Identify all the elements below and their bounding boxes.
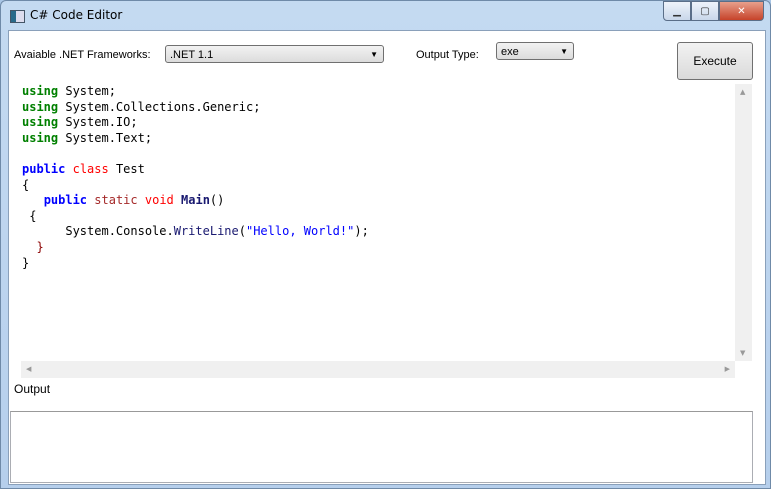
code-token: System.IO; <box>58 115 138 130</box>
code-token: } <box>22 239 44 254</box>
code-line: using System; <box>22 84 369 100</box>
app-icon <box>10 10 25 23</box>
code-line: using System.Collections.Generic; <box>22 100 369 116</box>
code-token: using <box>22 115 59 130</box>
output-type-select[interactable]: exe ▼ <box>496 42 574 60</box>
window-title: C# Code Editor <box>30 8 123 22</box>
code-token: System.Console. <box>22 224 174 239</box>
code-token: "Hello, World!" <box>245 224 355 239</box>
code-line: public class Test <box>22 162 369 178</box>
code-token: public <box>43 193 88 208</box>
code-token: using <box>22 99 59 114</box>
code-token: ); <box>354 224 369 239</box>
close-button[interactable]: ✕ <box>719 1 764 21</box>
code-token: WriteLine <box>173 224 239 239</box>
code-token: } <box>22 255 30 270</box>
maximize-button[interactable]: ▢ <box>691 1 719 21</box>
execute-button[interactable]: Execute <box>677 42 753 80</box>
scroll-up-icon[interactable]: ▲ <box>740 88 745 96</box>
code-token: System.Text; <box>58 130 153 145</box>
code-token: static <box>94 193 138 208</box>
output-label: Output <box>14 382 51 396</box>
code-token: using <box>22 84 59 98</box>
scroll-left-icon[interactable]: ◀ <box>26 365 31 373</box>
code-line: } <box>22 256 369 272</box>
code-editor[interactable]: using System; using System.Collections.Ge… <box>21 84 752 378</box>
code-line: System.Console.WriteLine("Hello, World!"… <box>22 224 369 240</box>
code-line: } <box>22 240 369 256</box>
code-token: System.Collections.Generic; <box>58 99 261 114</box>
code-token: System; <box>58 84 116 98</box>
output-type-selected-value: exe <box>501 46 519 58</box>
code-text[interactable]: using System; using System.Collections.Ge… <box>22 84 369 271</box>
code-line: using System.IO; <box>22 115 369 131</box>
code-token: using <box>22 130 59 145</box>
output-textbox[interactable] <box>10 411 753 483</box>
client-area: Avaiable .NET Frameworks: .NET 1.1 ▼ Outp… <box>8 30 766 485</box>
vertical-scrollbar[interactable]: ▲ ▼ <box>735 84 752 361</box>
horizontal-scrollbar[interactable]: ◀ ▶ <box>21 361 735 378</box>
code-token: void <box>144 193 174 208</box>
code-line: { <box>22 178 369 194</box>
scroll-down-icon[interactable]: ▼ <box>740 349 745 357</box>
output-type-label: Output Type: <box>416 49 479 61</box>
code-token: { <box>22 177 30 192</box>
framework-select[interactable]: .NET 1.1 ▼ <box>165 45 384 63</box>
code-token: ( <box>238 224 246 239</box>
framework-selected-value: .NET 1.1 <box>170 49 214 61</box>
chevron-down-icon: ▼ <box>370 50 378 59</box>
scroll-right-icon[interactable]: ▶ <box>725 365 730 373</box>
code-line: public static void Main() <box>22 193 369 209</box>
code-token: () <box>209 193 225 208</box>
code-token: Test <box>108 161 145 176</box>
chevron-down-icon: ▼ <box>560 47 568 56</box>
main-window: C# Code Editor ▁ ▢ ✕ Avaiable .NET Frame… <box>0 0 771 489</box>
code-token: public <box>22 161 66 176</box>
code-token: class <box>72 161 109 176</box>
code-line: { <box>22 209 369 225</box>
code-token: Main <box>181 193 210 208</box>
code-token: { <box>22 208 37 223</box>
code-line: using System.Text; <box>22 131 369 147</box>
minimize-button[interactable]: ▁ <box>663 1 691 21</box>
frameworks-label: Avaiable .NET Frameworks: <box>14 49 151 61</box>
